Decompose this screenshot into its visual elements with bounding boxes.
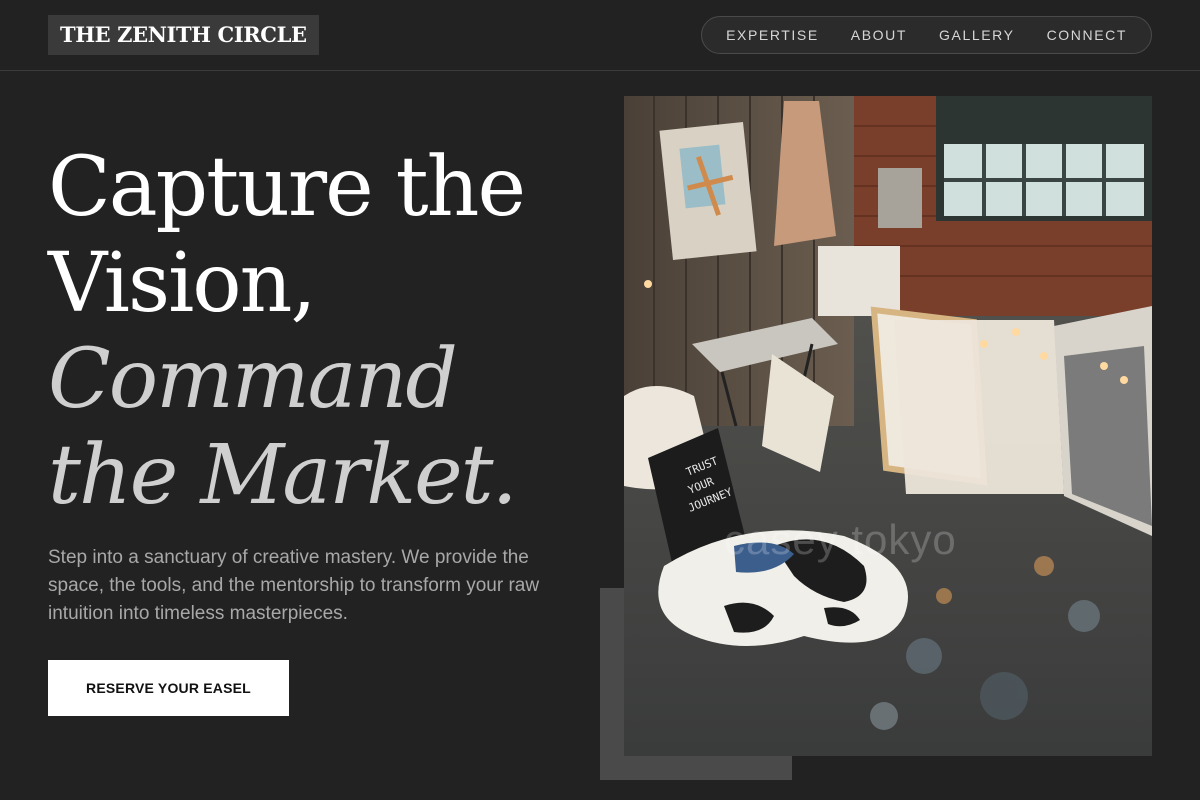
hero-headline: Capture the Vision, Command the Market.: [48, 140, 608, 524]
nav-link-about[interactable]: ABOUT: [835, 17, 923, 53]
headline-line-1: Capture the: [48, 140, 526, 235]
hero-description: Step into a sanctuary of creative master…: [48, 547, 540, 624]
headline-line-3: Command: [48, 332, 458, 427]
reserve-easel-button[interactable]: RESERVE YOUR EASEL: [48, 660, 289, 716]
site-header: THE ZENITH CIRCLE EXPERTISE ABOUT GALLER…: [0, 0, 1200, 71]
brand-logo[interactable]: THE ZENITH CIRCLE: [48, 15, 319, 55]
nav-link-expertise[interactable]: EXPERTISE: [710, 17, 835, 53]
studio-photo: TRUST YOUR JOURNEY casey tokyo: [624, 96, 1152, 756]
studio-illustration: TRUST YOUR JOURNEY: [624, 96, 1152, 756]
headline-line-4: the Market.: [48, 428, 518, 523]
main-nav: EXPERTISE ABOUT GALLERY CONNECT: [701, 16, 1152, 54]
headline-line-2: Vision,: [48, 236, 317, 331]
page: THE ZENITH CIRCLE EXPERTISE ABOUT GALLER…: [0, 0, 1200, 800]
nav-link-gallery[interactable]: GALLERY: [923, 17, 1031, 53]
nav-link-connect[interactable]: CONNECT: [1031, 17, 1143, 53]
photo-watermark: casey tokyo: [724, 516, 957, 563]
